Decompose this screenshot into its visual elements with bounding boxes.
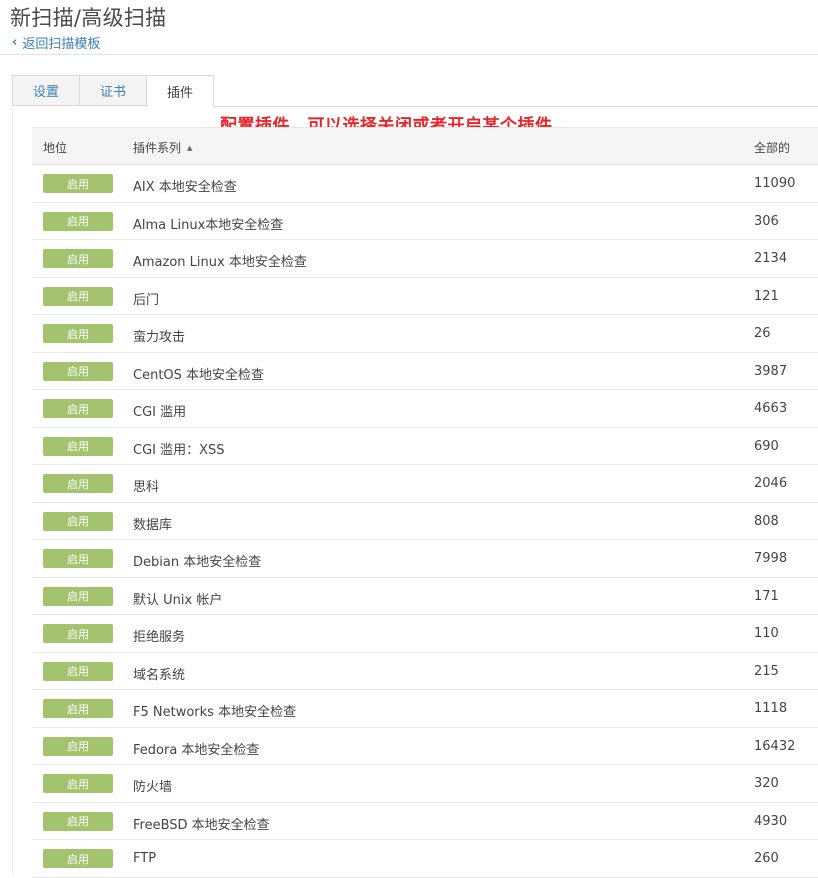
plugin-count: 110 bbox=[754, 626, 779, 641]
enabled-toggle-button[interactable]: 启用 bbox=[43, 324, 113, 343]
plugin-family-name[interactable]: Amazon Linux 本地安全检查 bbox=[133, 251, 307, 270]
plugin-count: 2046 bbox=[754, 476, 788, 491]
column-header-family-label: 插件系列 bbox=[133, 141, 182, 155]
plugin-count: 26 bbox=[754, 326, 771, 341]
table-row[interactable]: 启用 Alma Linux本地安全检查 306 bbox=[32, 203, 818, 240]
enabled-toggle-button[interactable]: 启用 bbox=[43, 399, 113, 418]
tab-credentials[interactable]: 证书 bbox=[79, 75, 146, 106]
plugin-count: 171 bbox=[754, 588, 779, 604]
plugin-family-name[interactable]: Fedora 本地安全检查 bbox=[133, 739, 259, 758]
plugin-family-name[interactable]: 思科 bbox=[133, 476, 159, 495]
table-row[interactable]: 启用 蛮力攻击 26 bbox=[32, 315, 818, 353]
plugin-family-name[interactable]: 蛮力攻击 bbox=[133, 326, 185, 345]
plugin-family-name[interactable]: 数据库 bbox=[133, 514, 172, 533]
header-divider bbox=[0, 54, 818, 55]
back-to-templates-link[interactable]: ‹ 返回扫描模板 bbox=[12, 33, 100, 52]
plugin-family-name[interactable]: 防火墙 bbox=[133, 776, 172, 795]
enabled-toggle-button[interactable]: 启用 bbox=[43, 249, 113, 268]
enabled-toggle-button[interactable]: 启用 bbox=[43, 436, 113, 456]
plugin-count: 121 bbox=[754, 288, 779, 304]
plugin-family-name[interactable]: Debian 本地安全检查 bbox=[133, 551, 261, 570]
table-row[interactable]: 启用 CentOS 本地安全检查 3987 bbox=[32, 353, 818, 390]
plugin-count: 4930 bbox=[754, 813, 788, 829]
plugin-family-name[interactable]: 拒绝服务 bbox=[133, 626, 185, 645]
table-row[interactable]: 启用 CGI 滥用 4663 bbox=[32, 390, 818, 428]
table-header: 地位 插件系列 ▲ 全部的 bbox=[32, 127, 818, 165]
plugin-count: 3987 bbox=[754, 363, 788, 379]
enabled-toggle-button[interactable]: 启用 bbox=[43, 849, 113, 868]
table-row[interactable]: 启用 数据库 808 bbox=[32, 503, 818, 540]
sort-ascending-icon: ▲ bbox=[187, 144, 193, 152]
panel-border bbox=[12, 107, 13, 874]
table-body: 启用 AIX 本地安全检查 11090 启用 Alma Linux本地安全检查 306 启用… bbox=[32, 165, 818, 878]
plugin-count: 4663 bbox=[754, 401, 788, 416]
plugin-family-name[interactable]: AIX 本地安全检查 bbox=[133, 176, 237, 195]
plugin-family-table: 地位 插件系列 ▲ 全部的 启用 AIX 本地安全检查 11090 启用 Alma Lin… bbox=[32, 127, 818, 878]
table-row[interactable]: 启用 Amazon Linux 本地安全检查 2134 bbox=[32, 240, 818, 278]
table-row[interactable]: 启用 默认 Unix 帐户 171 bbox=[32, 578, 818, 615]
plugin-family-name[interactable]: 域名系统 bbox=[133, 664, 185, 683]
tab-bar: 设置 证书 插件 bbox=[12, 75, 214, 107]
enabled-toggle-button[interactable]: 启用 bbox=[43, 174, 113, 193]
plugin-family-name[interactable]: FTP bbox=[133, 851, 156, 866]
plugin-count: 2134 bbox=[754, 251, 788, 266]
column-header-total[interactable]: 全部的 bbox=[754, 139, 790, 156]
enabled-toggle-button[interactable]: 启用 bbox=[43, 661, 113, 681]
plugin-family-name[interactable]: CGI 滥用 bbox=[133, 401, 186, 420]
plugin-family-name[interactable]: CGI 滥用：XSS bbox=[133, 439, 225, 458]
chevron-left-icon: ‹ bbox=[12, 35, 18, 50]
enabled-toggle-button[interactable]: 启用 bbox=[43, 699, 113, 718]
page-title: 新扫描/高级扫描 bbox=[10, 6, 167, 30]
column-header-family[interactable]: 插件系列 ▲ bbox=[133, 139, 192, 156]
plugin-count: 306 bbox=[754, 213, 779, 229]
enabled-toggle-button[interactable]: 启用 bbox=[43, 211, 113, 231]
table-row[interactable]: 启用 FTP 260 bbox=[32, 840, 818, 878]
enabled-toggle-button[interactable]: 启用 bbox=[43, 736, 113, 756]
plugin-count: 215 bbox=[754, 663, 779, 679]
table-row[interactable]: 启用 拒绝服务 110 bbox=[32, 615, 818, 653]
enabled-toggle-button[interactable]: 启用 bbox=[43, 811, 113, 831]
plugin-count: 16432 bbox=[754, 738, 796, 754]
column-header-status[interactable]: 地位 bbox=[43, 139, 67, 156]
tab-settings[interactable]: 设置 bbox=[12, 75, 79, 106]
enabled-toggle-button[interactable]: 启用 bbox=[43, 549, 113, 568]
table-row[interactable]: 启用 AIX 本地安全检查 11090 bbox=[32, 165, 818, 203]
table-row[interactable]: 启用 F5 Networks 本地安全检查 1118 bbox=[32, 690, 818, 728]
plugin-count: 320 bbox=[754, 776, 779, 791]
plugin-family-name[interactable]: FreeBSD 本地安全检查 bbox=[133, 814, 270, 833]
enabled-toggle-button[interactable]: 启用 bbox=[43, 474, 113, 493]
plugin-family-name[interactable]: CentOS 本地安全检查 bbox=[133, 364, 264, 383]
tab-plugins[interactable]: 插件 bbox=[146, 75, 214, 107]
plugin-count: 260 bbox=[754, 851, 779, 866]
enabled-toggle-button[interactable]: 启用 bbox=[43, 624, 113, 643]
table-row[interactable]: 启用 Debian 本地安全检查 7998 bbox=[32, 540, 818, 578]
enabled-toggle-button[interactable]: 启用 bbox=[43, 511, 113, 531]
plugin-family-name[interactable]: Alma Linux本地安全检查 bbox=[133, 214, 283, 233]
table-row[interactable]: 启用 CGI 滥用：XSS 690 bbox=[32, 428, 818, 465]
plugin-family-name[interactable]: F5 Networks 本地安全检查 bbox=[133, 701, 296, 720]
enabled-toggle-button[interactable]: 启用 bbox=[43, 361, 113, 381]
plugin-count: 1118 bbox=[754, 701, 788, 716]
enabled-toggle-button[interactable]: 启用 bbox=[43, 586, 113, 606]
table-row[interactable]: 启用 域名系统 215 bbox=[32, 653, 818, 690]
plugin-family-name[interactable]: 默认 Unix 帐户 bbox=[133, 589, 222, 608]
enabled-toggle-button[interactable]: 启用 bbox=[43, 774, 113, 793]
plugin-count: 11090 bbox=[754, 176, 796, 191]
plugin-count: 7998 bbox=[754, 551, 788, 566]
plugin-count: 808 bbox=[754, 513, 779, 529]
tab-divider bbox=[213, 106, 818, 107]
enabled-toggle-button[interactable]: 启用 bbox=[43, 286, 113, 306]
table-row[interactable]: 启用 Fedora 本地安全检查 16432 bbox=[32, 728, 818, 765]
plugin-family-name[interactable]: 后门 bbox=[133, 289, 159, 308]
plugin-count: 690 bbox=[754, 438, 779, 454]
back-link-label: 返回扫描模板 bbox=[22, 37, 101, 52]
table-row[interactable]: 启用 防火墙 320 bbox=[32, 765, 818, 803]
table-row[interactable]: 启用 FreeBSD 本地安全检查 4930 bbox=[32, 803, 818, 840]
table-row[interactable]: 启用 后门 121 bbox=[32, 278, 818, 315]
table-row[interactable]: 启用 思科 2046 bbox=[32, 465, 818, 503]
